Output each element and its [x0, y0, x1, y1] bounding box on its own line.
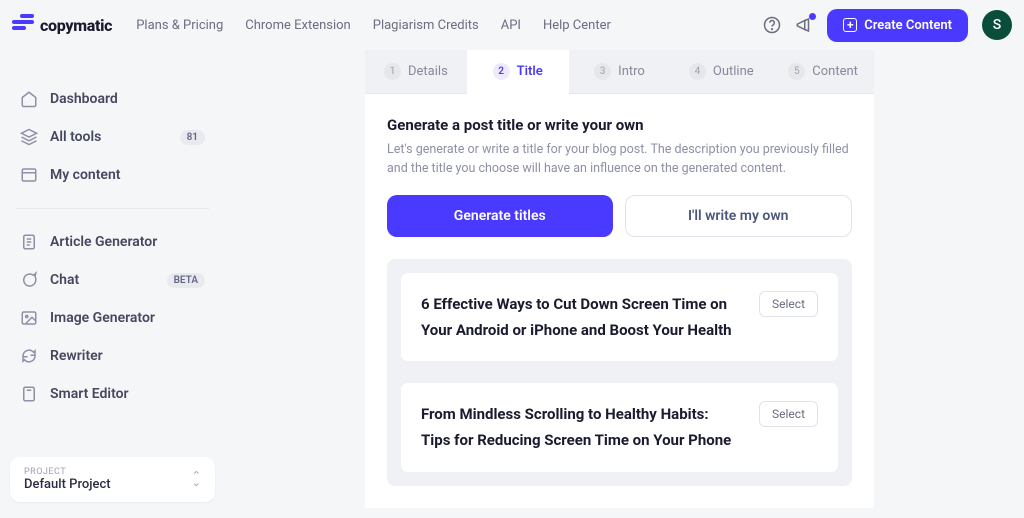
document-icon	[20, 233, 38, 251]
plus-icon: +	[843, 18, 857, 32]
write-own-button[interactable]: I'll write my own	[625, 195, 853, 237]
sidebar-item-smarteditor[interactable]: Smart Editor	[16, 375, 209, 413]
tab-num: 4	[689, 63, 706, 80]
panel-heading: Generate a post title or write your own	[387, 116, 852, 134]
help-icon[interactable]	[763, 16, 781, 34]
nav-api[interactable]: API	[501, 18, 521, 33]
sidebar-item-chat[interactable]: Chat BETA	[16, 261, 209, 299]
tab-label: Outline	[713, 64, 754, 79]
tab-num: 3	[594, 63, 611, 80]
sidebar-item-image[interactable]: Image Generator	[16, 299, 209, 337]
title-results: 6 Effective Ways to Cut Down Screen Time…	[387, 259, 852, 486]
tab-label: Details	[408, 64, 448, 79]
sidebar: Dashboard All tools 81 My content Articl…	[0, 50, 225, 518]
create-content-label: Create Content	[864, 18, 952, 33]
chat-icon	[20, 271, 38, 289]
sidebar-item-label: All tools	[50, 129, 168, 145]
announcement-icon[interactable]	[795, 16, 813, 34]
sidebar-item-label: Image Generator	[50, 310, 205, 326]
title-text: From Mindless Scrolling to Healthy Habit…	[421, 401, 741, 454]
nav-plans[interactable]: Plans & Pricing	[136, 18, 223, 33]
tab-details[interactable]: 1 Details	[365, 50, 467, 94]
notification-dot	[809, 13, 816, 20]
nav-chrome[interactable]: Chrome Extension	[245, 18, 350, 33]
image-icon	[20, 309, 38, 327]
sidebar-item-article[interactable]: Article Generator	[16, 223, 209, 261]
sidebar-separator	[16, 208, 209, 209]
tab-label: Intro	[618, 64, 645, 79]
badge-beta: BETA	[167, 273, 205, 288]
chevron-updown-icon: ⌃⌄	[192, 473, 201, 486]
title-card: 6 Effective Ways to Cut Down Screen Time…	[401, 273, 838, 362]
sidebar-item-label: Chat	[50, 272, 155, 288]
folder-icon	[20, 166, 38, 184]
home-icon	[20, 90, 38, 108]
sidebar-item-dashboard[interactable]: Dashboard	[16, 80, 209, 118]
project-selector[interactable]: PROJECT Default Project ⌃⌄	[10, 457, 215, 502]
tab-label: Title	[517, 64, 543, 79]
wizard-tabs: 1 Details 2 Title 3 Intro 4 Outline 5 Co…	[365, 50, 874, 94]
sidebar-item-rewriter[interactable]: Rewriter	[16, 337, 209, 375]
select-title-button[interactable]: Select	[759, 401, 818, 427]
sidebar-item-label: Article Generator	[50, 234, 205, 250]
title-text: 6 Effective Ways to Cut Down Screen Time…	[421, 291, 741, 344]
panel-description: Let's generate or write a title for your…	[387, 141, 852, 179]
sidebar-item-label: Dashboard	[50, 91, 205, 107]
title-card: From Mindless Scrolling to Healthy Habit…	[401, 383, 838, 472]
sidebar-item-label: My content	[50, 167, 205, 183]
generate-titles-button[interactable]: Generate titles	[387, 195, 613, 237]
tab-outline[interactable]: 4 Outline	[670, 50, 772, 94]
tab-label: Content	[812, 64, 858, 79]
logo[interactable]: copymatic	[12, 14, 112, 36]
tab-num: 1	[384, 63, 401, 80]
avatar-initial: S	[993, 17, 1001, 33]
logo-icon	[12, 14, 34, 36]
badge-count: 81	[180, 130, 205, 145]
tab-intro[interactable]: 3 Intro	[569, 50, 671, 94]
refresh-icon	[20, 347, 38, 365]
project-label: PROJECT	[24, 467, 192, 477]
create-content-button[interactable]: + Create Content	[827, 9, 968, 42]
tab-num: 5	[788, 63, 805, 80]
main-content: 1 Details 2 Title 3 Intro 4 Outline 5 Co…	[225, 50, 1024, 518]
sidebar-item-label: Smart Editor	[50, 386, 205, 402]
logo-text: copymatic	[40, 16, 112, 35]
sidebar-item-mycontent[interactable]: My content	[16, 156, 209, 194]
layers-icon	[20, 128, 38, 146]
nav-help[interactable]: Help Center	[543, 18, 611, 33]
tab-title[interactable]: 2 Title	[467, 50, 569, 94]
sidebar-item-alltools[interactable]: All tools 81	[16, 118, 209, 156]
project-name: Default Project	[24, 477, 192, 492]
tab-num: 2	[493, 63, 510, 80]
editor-icon	[20, 385, 38, 403]
select-title-button[interactable]: Select	[759, 291, 818, 317]
avatar[interactable]: S	[982, 10, 1012, 40]
sidebar-item-label: Rewriter	[50, 348, 205, 364]
nav-plagiarism[interactable]: Plagiarism Credits	[373, 18, 479, 33]
tab-content[interactable]: 5 Content	[772, 50, 874, 94]
